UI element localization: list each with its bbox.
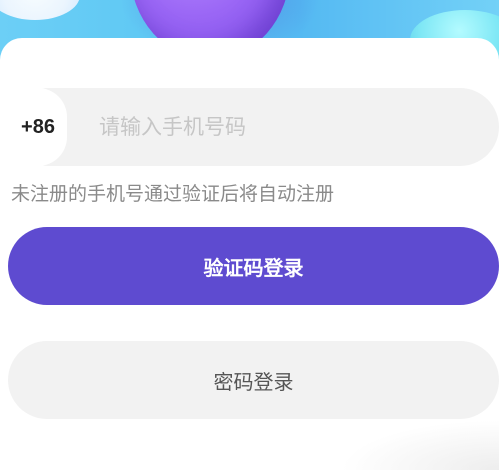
decorative-bubble — [0, 0, 80, 20]
phone-input-row: +86 — [9, 88, 499, 166]
auto-register-hint: 未注册的手机号通过验证后将自动注册 — [11, 183, 335, 205]
country-code-selector[interactable]: +86 — [9, 88, 67, 166]
password-login-button[interactable]: 密码登录 — [8, 341, 499, 419]
sms-login-button[interactable]: 验证码登录 — [8, 227, 499, 305]
phone-number-input[interactable] — [97, 106, 481, 148]
